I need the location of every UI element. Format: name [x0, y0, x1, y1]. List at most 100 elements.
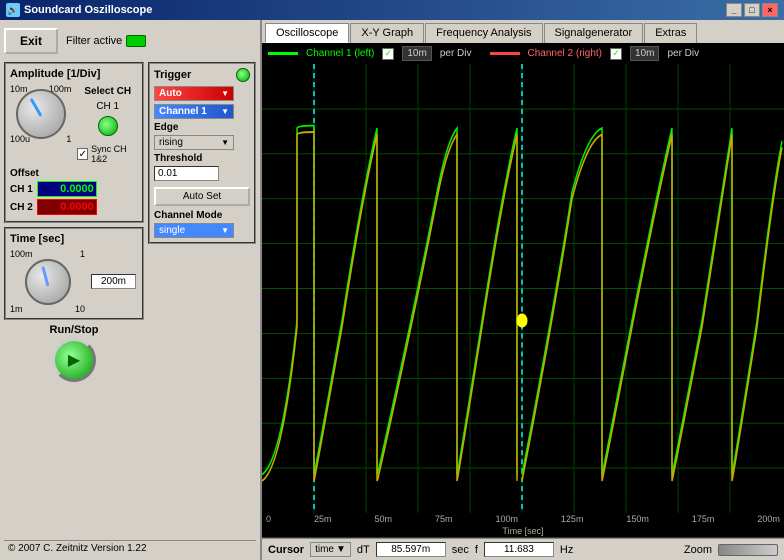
x-label-150m: 150m	[626, 514, 649, 524]
x-label-75m: 75m	[435, 514, 453, 524]
app-title: Soundcard Oszilloscope	[24, 4, 152, 16]
time-label-br: 10	[75, 304, 85, 314]
offset-label: Offset	[10, 168, 138, 179]
trigger-channel-label: Channel 1	[159, 106, 207, 117]
scope-display[interactable]	[262, 64, 784, 513]
tabs-bar: Oscilloscope X-Y Graph Frequency Analysi…	[262, 20, 784, 43]
amplitude-knob-area: 10m 100m 100u 1	[10, 84, 71, 144]
ch1-label: Channel 1 (left)	[306, 48, 374, 59]
trigger-mode-label: Auto	[159, 88, 182, 99]
auto-set-button[interactable]: Auto Set	[154, 187, 250, 206]
ch2-per-div-value[interactable]: 10m	[630, 46, 659, 61]
filter-active-label: Filter active	[66, 35, 122, 47]
threshold-value[interactable]: 0.01	[154, 166, 219, 181]
exit-button[interactable]: Exit	[4, 28, 58, 54]
ch1-per-div-value[interactable]: 10m	[402, 46, 431, 61]
amp-label-br: 1	[66, 134, 71, 144]
ch1-checkbox[interactable]: ✓	[382, 48, 394, 60]
ch1-led	[98, 116, 118, 136]
ch1-offset-label: CH 1	[10, 184, 33, 195]
x-label-100m: 100m	[495, 514, 518, 524]
amplitude-title: Amplitude [1/Div]	[10, 68, 138, 80]
edge-label: Edge	[154, 122, 199, 133]
amp-label-tl: 10m	[10, 84, 28, 94]
f-unit: Hz	[560, 544, 573, 556]
run-stop-section: Run/Stop ▶	[4, 324, 144, 382]
time-label-tr: 1	[80, 249, 85, 259]
amplitude-knob[interactable]	[16, 89, 66, 139]
ch2-line-indicator	[490, 52, 520, 55]
select-ch-label: Select CH	[84, 86, 131, 97]
amplitude-section: Amplitude [1/Div] 10m 100m 100u 1	[4, 62, 144, 223]
time-label-tl: 100m	[10, 249, 33, 259]
edge-arrow: ▼	[221, 138, 229, 147]
left-top: Exit Filter active	[4, 24, 256, 58]
filter-led	[126, 35, 146, 47]
trigger-section: Trigger Auto ▼ Channel 1 ▼	[148, 62, 256, 244]
time-knob[interactable]	[25, 259, 71, 305]
sync-checkbox[interactable]: ✓	[77, 148, 88, 160]
x-label-50m: 50m	[374, 514, 392, 524]
maximize-btn[interactable]: □	[744, 3, 760, 17]
time-section: Time [sec] 100m 1 1m 10 200m	[4, 227, 144, 320]
cursor-type-dropdown[interactable]: time ▼	[310, 542, 351, 557]
ch2-offset-field[interactable]: 0.0000	[37, 199, 97, 215]
tab-signalgenerator[interactable]: Signalgenerator	[544, 23, 644, 43]
trigger-mode-arrow: ▼	[221, 89, 229, 98]
channel-mode-label: Channel Mode	[154, 210, 250, 221]
run-stop-label: Run/Stop	[50, 324, 99, 336]
x-label-125m: 125m	[561, 514, 584, 524]
scope-grid	[262, 64, 784, 513]
time-label-bl: 1m	[10, 304, 23, 314]
run-stop-button[interactable]: ▶	[52, 338, 96, 382]
x-label-25m: 25m	[314, 514, 332, 524]
cursor-type-arrow: ▼	[336, 544, 346, 555]
channel-bar: Channel 1 (left) ✓ 10m per Div Channel 2…	[262, 43, 784, 64]
tab-frequency-analysis[interactable]: Frequency Analysis	[425, 23, 542, 43]
f-value-display: 11.683	[484, 542, 554, 557]
channel-mode-arrow: ▼	[221, 226, 229, 235]
window-controls[interactable]: _ □ ×	[726, 3, 778, 17]
dt-label: dT	[357, 544, 370, 556]
ch2-offset-label: CH 2	[10, 202, 33, 213]
dt-value-display: 85.597m	[376, 542, 446, 557]
trigger-title: Trigger	[154, 69, 191, 81]
amp-label-bl: 100u	[10, 134, 30, 144]
trigger-edge-row: Edge	[154, 122, 250, 133]
time-value-display[interactable]: 200m	[91, 274, 136, 289]
trigger-channel-arrow: ▼	[221, 107, 229, 116]
ch2-checkbox[interactable]: ✓	[610, 48, 622, 60]
ch1-select-label: CH 1	[96, 101, 119, 112]
tab-xy-graph[interactable]: X-Y Graph	[350, 23, 424, 43]
copyright: © 2007 C. Zeitnitz Version 1.22	[4, 540, 256, 556]
x-label-175m: 175m	[692, 514, 715, 524]
ch1-per-div-label: per Div	[440, 48, 472, 59]
x-label-200m: 200m	[757, 514, 780, 524]
trigger-channel-dropdown[interactable]: Channel 1 ▼	[154, 104, 234, 119]
trigger-edge-dropdown[interactable]: rising ▼	[154, 135, 234, 150]
trigger-mode-dropdown[interactable]: Auto ▼	[154, 86, 234, 101]
cursor-label: Cursor	[268, 544, 304, 556]
dt-unit: sec	[452, 544, 469, 556]
close-btn[interactable]: ×	[762, 3, 778, 17]
tab-oscilloscope[interactable]: Oscilloscope	[265, 23, 349, 43]
x-axis-title: Time [sec]	[262, 525, 784, 537]
zoom-slider[interactable]	[718, 544, 778, 556]
filter-active-row: Filter active	[66, 35, 146, 47]
cursor-type-value: time	[315, 544, 334, 555]
minimize-btn[interactable]: _	[726, 3, 742, 17]
x-label-0: 0	[266, 514, 271, 524]
title-bar: 🔊 Soundcard Oszilloscope _ □ ×	[0, 0, 784, 20]
x-axis-labels: 0 25m 50m 75m 100m 125m 150m 175m 200m	[262, 513, 784, 525]
time-title: Time [sec]	[10, 233, 138, 245]
f-label: f	[475, 544, 478, 556]
edge-value: rising	[159, 137, 183, 148]
app-icon: 🔊	[6, 3, 20, 17]
ch1-offset-field[interactable]: 0.0000	[37, 181, 97, 197]
channel-mode-value: single	[159, 225, 185, 236]
ch1-line-indicator	[268, 52, 298, 55]
tab-extras[interactable]: Extras	[644, 23, 697, 43]
channel-mode-dropdown[interactable]: single ▼	[154, 223, 234, 238]
sync-row: ✓ Sync CH 1&2	[77, 144, 138, 164]
time-knob-area: 100m 1 1m 10	[10, 249, 85, 314]
